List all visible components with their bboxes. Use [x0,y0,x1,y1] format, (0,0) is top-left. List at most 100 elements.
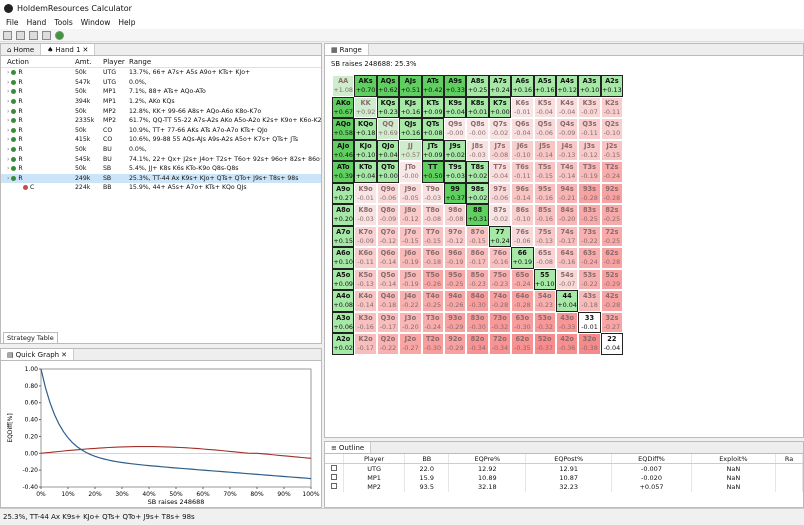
range-cell-83s[interactable]: 83s -0.25 [578,204,601,226]
range-cell-J5s[interactable]: J5s -0.14 [533,139,556,161]
chevron-right-icon[interactable]: › [7,69,9,76]
table-row[interactable]: › R 249k SB 25.3%, TT-44 Ax K9s+ KJo+ QTs+ Q… [1,173,321,184]
range-cell-63o[interactable]: 63o -0.30 [511,311,534,333]
range-cell-K4o[interactable]: K4o -0.14 [354,290,377,312]
range-cell-43o[interactable]: 43o -0.33 [555,311,579,333]
range-cell-72o[interactable]: 72o -0.34 [488,333,512,355]
range-cell-64o[interactable]: 64o -0.28 [511,290,534,312]
outline-col-header[interactable]: Player [343,454,406,464]
range-cell-J3o[interactable]: J3o -0.20 [399,311,422,333]
range-cell-K8o[interactable]: K8o -0.03 [354,204,377,226]
range-cell-K3o[interactable]: K3o -0.16 [354,311,377,333]
range-cell-54o[interactable]: 54o -0.23 [533,290,556,312]
range-cell-J5o[interactable]: J5o -0.19 [399,268,422,290]
range-cell-T3s[interactable]: T3s -0.19 [578,161,601,183]
range-cell-43s[interactable]: 43s -0.18 [578,290,601,312]
range-cell-97o[interactable]: 97o -0.12 [443,225,467,247]
range-cell-65o[interactable]: 65o -0.24 [511,268,534,290]
range-cell-Q4s[interactable]: Q4s -0.09 [555,118,579,140]
range-cell-Q7s[interactable]: Q7s -0.02 [488,118,512,140]
range-cell-AKs[interactable]: AKs +0.70 [354,75,377,97]
tab-home[interactable]: ⌂ Home [1,44,42,55]
range-cell-Q5o[interactable]: Q5o -0.14 [376,268,400,290]
range-cell-A9s[interactable]: A9s +0.33 [443,75,467,97]
range-cell-33[interactable]: 33 -0.01 [578,311,601,333]
row-checkbox[interactable] [331,473,338,480]
range-cell-76s[interactable]: 76s -0.06 [511,225,534,247]
tab-strategy-table[interactable]: Strategy Table [3,332,58,344]
range-cell-J9s[interactable]: J9s +0.02 [443,139,467,161]
range-cell-85o[interactable]: 85o -0.23 [466,268,489,290]
tab-hand-1[interactable]: ♠ Hand 1 ✕ [41,44,96,55]
range-cell-63s[interactable]: 63s -0.24 [578,247,601,269]
chevron-right-icon[interactable]: › [7,88,9,95]
range-cell-K5o[interactable]: K5o -0.13 [354,268,377,290]
range-cell-T6o[interactable]: T6o -0.18 [421,247,444,269]
range-cell-93o[interactable]: 93o -0.29 [443,311,467,333]
range-cell-T8o[interactable]: T8o -0.08 [421,204,444,226]
range-cell-75o[interactable]: 75o -0.23 [488,268,512,290]
new-hand-icon[interactable] [16,30,25,40]
range-cell-A8o[interactable]: A8o +0.20 [332,204,355,226]
range-cell-Q6s[interactable]: Q6s -0.04 [511,118,534,140]
range-cell-99[interactable]: 99 +0.37 [443,182,467,204]
range-cell-A7s[interactable]: A7s +0.24 [488,75,512,97]
range-cell-Q7o[interactable]: Q7o -0.12 [376,225,400,247]
range-cell-88[interactable]: 88 +0.31 [466,204,489,226]
menu-hand[interactable]: Hand [23,18,51,27]
range-cell-J9o[interactable]: J9o -0.05 [399,182,422,204]
range-cell-T4s[interactable]: T4s -0.14 [555,161,579,183]
range-cell-74s[interactable]: 74s -0.17 [555,225,579,247]
range-cell-32o[interactable]: 32o -0.38 [578,333,601,355]
menu-tools[interactable]: Tools [50,18,76,27]
range-cell-Q9s[interactable]: Q9s -0.00 [443,118,467,140]
range-cell-Q8o[interactable]: Q8o -0.09 [376,204,400,226]
range-cell-K8s[interactable]: K8s +0.01 [466,96,489,118]
range-cell-A7o[interactable]: A7o +0.15 [332,225,355,247]
chevron-right-icon[interactable]: › [7,98,9,105]
new-icon[interactable] [3,30,12,40]
range-cell-Q8s[interactable]: Q8s -0.00 [466,118,489,140]
outline-col-header[interactable]: Exploit% [691,454,777,464]
range-cell-64s[interactable]: 64s -0.16 [555,247,579,269]
range-cell-KQo[interactable]: KQo +0.18 [354,118,377,140]
range-cell-JTs[interactable]: JTs +0.09 [421,139,444,161]
range-cell-T5s[interactable]: T5s -0.15 [533,161,556,183]
range-cell-T5o[interactable]: T5o -0.26 [421,268,444,290]
range-cell-Q3s[interactable]: Q3s -0.11 [578,118,601,140]
chevron-right-icon[interactable]: › [7,165,9,172]
table-row[interactable]: › R 415k CO 10.6%, 99-88 55 AQs-AJs A9s-A2s … [1,135,321,145]
range-cell-97s[interactable]: 97s -0.06 [488,182,512,204]
range-cell-95s[interactable]: 95s -0.16 [533,182,556,204]
range-cell-QTo[interactable]: QTo +0.00 [376,161,400,183]
range-cell-Q9o[interactable]: Q9o -0.06 [376,182,400,204]
range-cell-K6o[interactable]: K6o -0.11 [354,247,377,269]
table-row[interactable]: › R 50k BU 0.0%, [1,145,321,155]
range-cell-32s[interactable]: 32s -0.27 [600,311,624,333]
outline-row[interactable]: MP1 15.9 10.89 10.87 -0.020 NaN [325,473,803,483]
range-cell-T2s[interactable]: T2s -0.24 [600,161,624,183]
range-cell-AJs[interactable]: AJs +0.51 [399,75,422,97]
range-cell-A2o[interactable]: A2o +0.02 [332,333,355,355]
range-cell-Q2o[interactable]: Q2o -0.22 [376,333,400,355]
range-cell-A4o[interactable]: A4o +0.08 [332,290,355,312]
range-cell-84o[interactable]: 84o -0.30 [466,290,489,312]
table-row[interactable]: › R 50k MP1 7.1%, 88+ ATs+ AQo-ATo [1,87,321,97]
range-cell-74o[interactable]: 74o -0.28 [488,290,512,312]
save-icon[interactable] [42,30,51,40]
range-cell-83o[interactable]: 83o -0.30 [466,311,489,333]
range-cell-AQo[interactable]: AQo +0.58 [332,118,355,140]
chevron-right-icon[interactable]: › [7,175,9,182]
range-cell-T2o[interactable]: T2o -0.30 [421,333,444,355]
range-cell-87s[interactable]: 87s -0.02 [488,204,512,226]
menu-help[interactable]: Help [114,18,139,27]
range-cell-JTo[interactable]: JTo -0.00 [399,161,422,183]
menu-window[interactable]: Window [77,18,115,27]
run-icon[interactable] [55,30,64,40]
range-cell-Q4o[interactable]: Q4o -0.18 [376,290,400,312]
range-cell-J7o[interactable]: J7o -0.15 [399,225,422,247]
range-cell-KTo[interactable]: KTo +0.04 [354,161,377,183]
range-cell-JJ[interactable]: JJ +0.57 [399,139,422,161]
range-cell-98o[interactable]: 98o -0.08 [443,204,467,226]
range-cell-T6s[interactable]: T6s -0.11 [511,161,534,183]
